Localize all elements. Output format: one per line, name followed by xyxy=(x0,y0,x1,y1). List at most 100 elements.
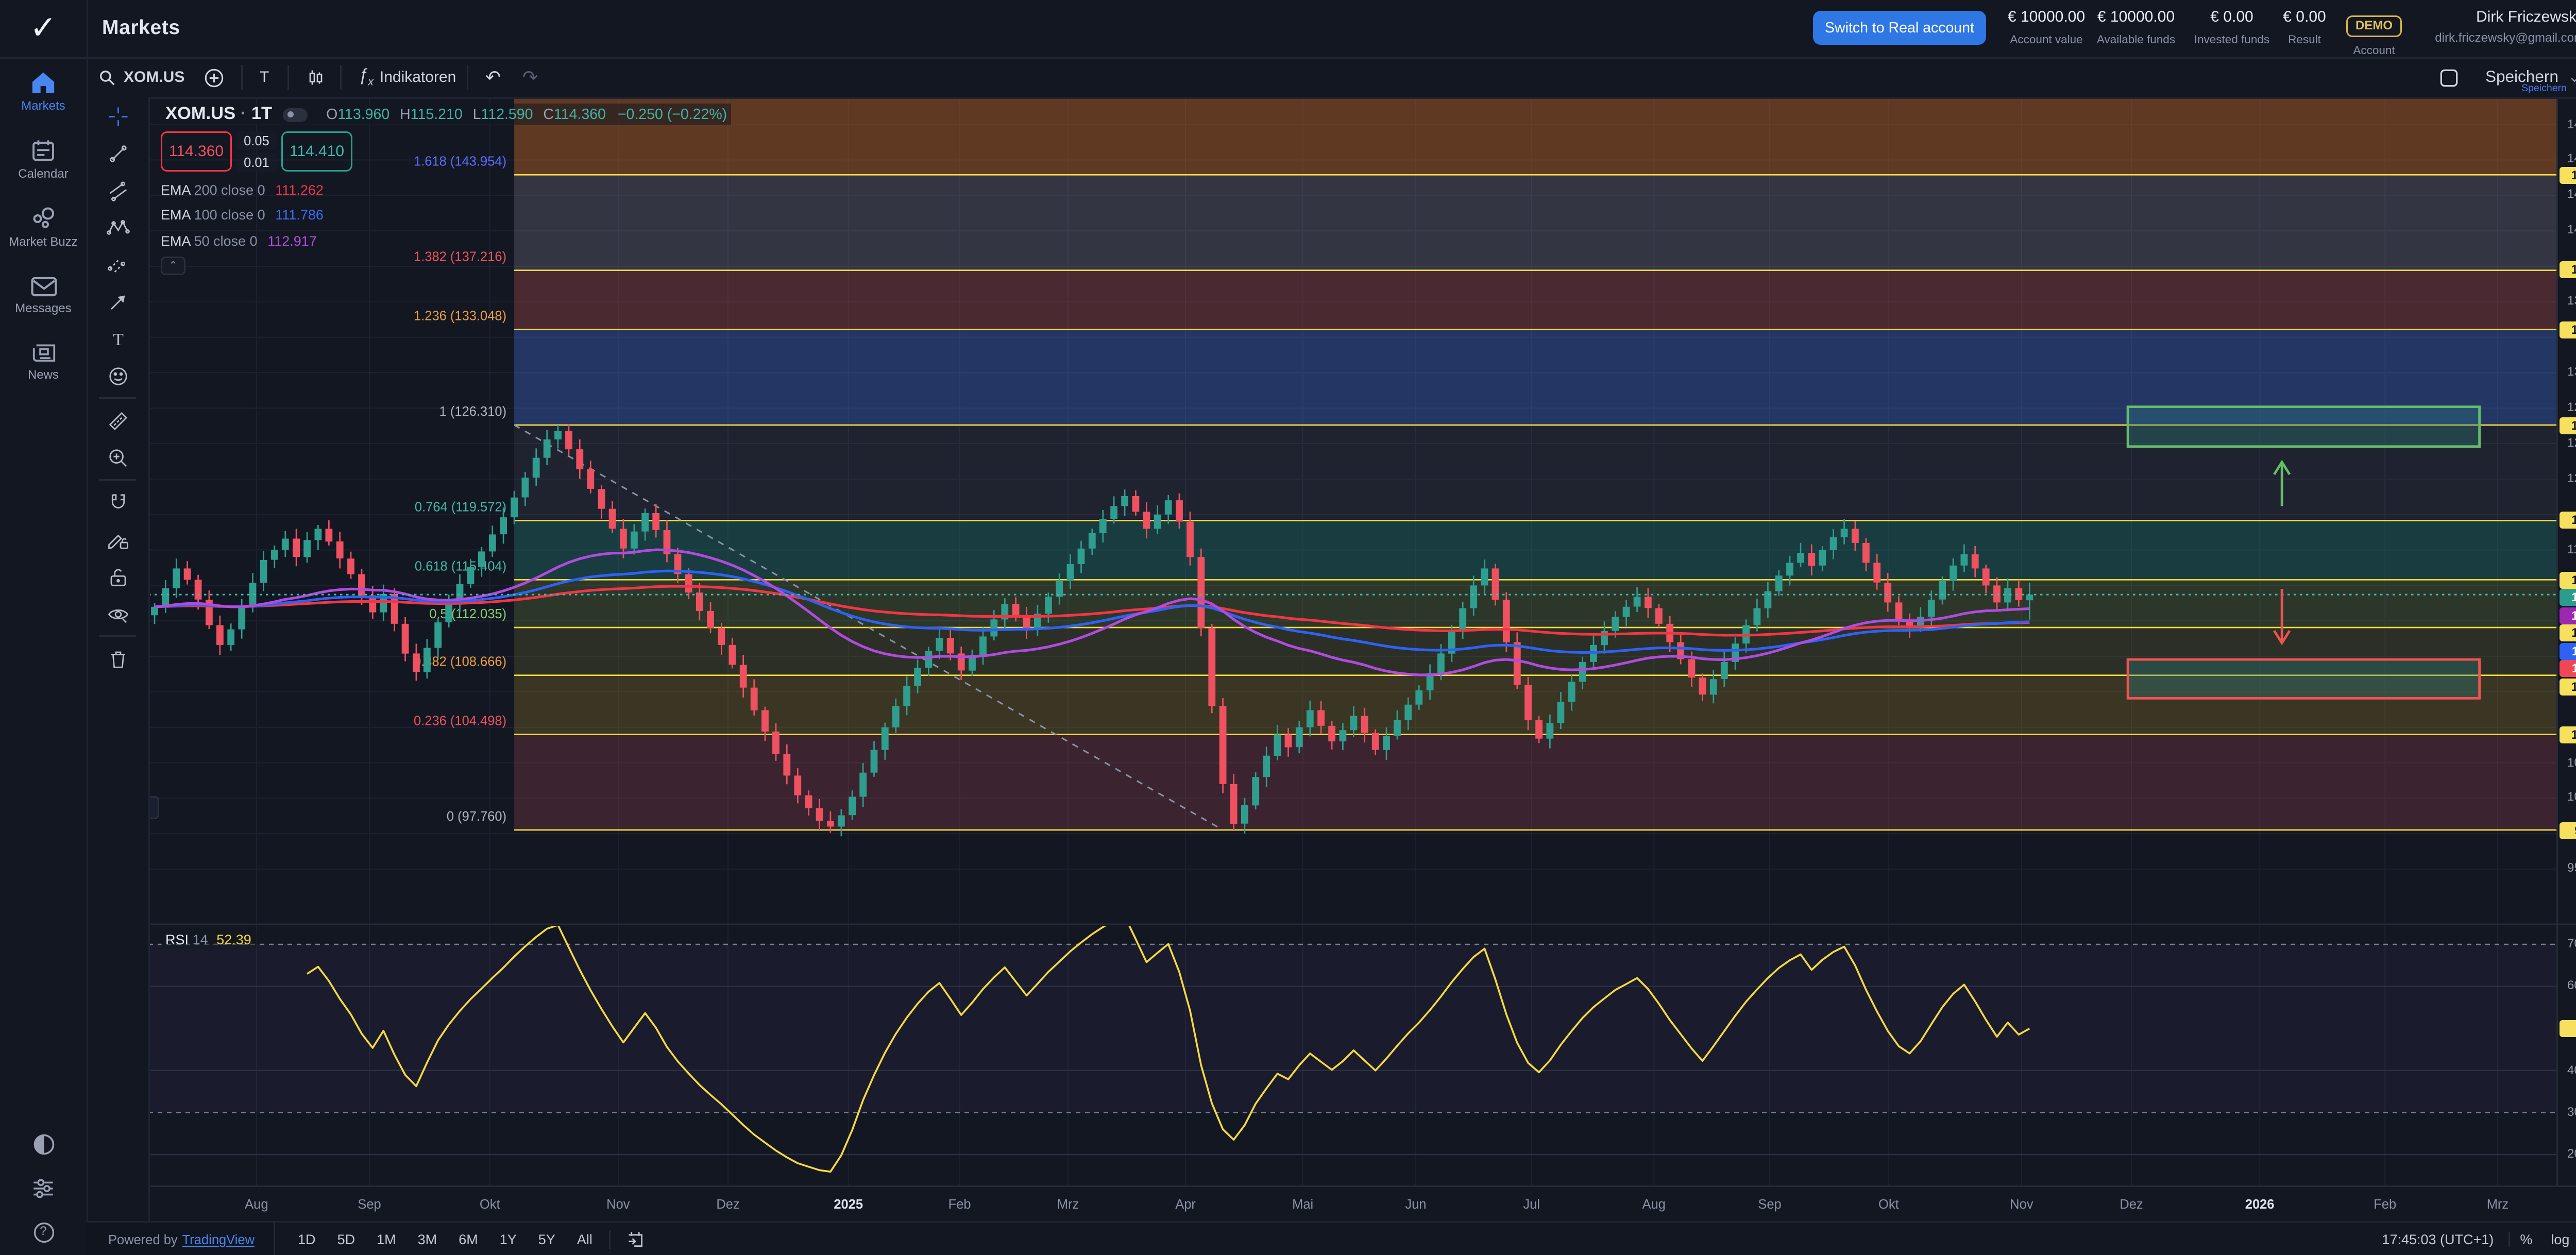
buy-button[interactable]: 114.410 xyxy=(281,131,352,172)
range-1y[interactable]: 1Y xyxy=(489,1232,528,1247)
crosshair-icon xyxy=(106,105,129,128)
price-tick: 102.500 xyxy=(2567,755,2576,769)
chart-area[interactable]: 1.618 (143.954)1.382 (137.216)1.236 (133… xyxy=(148,97,2576,1221)
svg-text:0.618 (115.404): 0.618 (115.404) xyxy=(415,559,506,573)
tool-ruler[interactable] xyxy=(87,402,148,439)
month-label-Feb: Feb xyxy=(2374,1196,2396,1212)
sidebar-item-market-buzz[interactable]: Market Buzz xyxy=(0,194,87,262)
month-label-Aug: Aug xyxy=(245,1196,268,1212)
tradingview-link[interactable]: TradingView xyxy=(182,1232,255,1247)
tool-trend-line[interactable] xyxy=(87,134,148,172)
theme-contrast-button[interactable] xyxy=(0,1122,87,1166)
time-axis[interactable]: AugSepOktNovDez2025FebMrzAprMaiJunJulAug… xyxy=(148,1185,2576,1223)
svg-text:0.764 (119.572): 0.764 (119.572) xyxy=(415,500,506,514)
rsi-tick: 30.00 xyxy=(2567,1105,2576,1118)
tool-hide-drawings[interactable] xyxy=(87,595,148,632)
price-axis[interactable]: 147.500145.000142.500140.000135.000130.0… xyxy=(2556,97,2576,1185)
chart-type-button[interactable] xyxy=(306,57,325,97)
range-6m[interactable]: 6M xyxy=(448,1232,489,1247)
month-label-2025: 2025 xyxy=(834,1196,863,1212)
user-info: Dirk Friczewsky dirk.friczewsky@gmail.co… xyxy=(2435,9,2576,45)
rsi-tick: 20.00 xyxy=(2567,1147,2576,1161)
month-label-Apr: Apr xyxy=(1175,1196,1196,1212)
plus-circle-icon xyxy=(204,67,224,88)
tool-magnet[interactable] xyxy=(87,484,148,521)
account-value: € 10000.00Account value xyxy=(2003,9,2090,46)
percent-scale-toggle[interactable]: % xyxy=(2511,1232,2541,1247)
undo-button[interactable]: ↶ xyxy=(485,57,501,97)
hide-drawings-icon xyxy=(106,602,129,625)
magnet-icon xyxy=(106,491,129,514)
range-1d[interactable]: 1D xyxy=(287,1232,327,1247)
month-label-Aug: Aug xyxy=(1642,1196,1665,1212)
ohlc-values: O113.960 H115.210 L112.590 C114.360 −0.2… xyxy=(326,106,727,123)
tool-remove-drawings[interactable] xyxy=(87,640,148,677)
interval-button[interactable]: T xyxy=(260,57,269,97)
sidebar-item-news[interactable]: News xyxy=(0,327,87,394)
range-3m[interactable]: 3M xyxy=(407,1232,448,1247)
calendar-icon xyxy=(31,140,56,163)
save-sub-label: Speichern xyxy=(2498,83,2576,94)
tool-zoom-in[interactable] xyxy=(87,439,148,476)
tool-text[interactable]: T xyxy=(87,320,148,357)
sidebar-item-markets[interactable]: Markets xyxy=(0,57,87,126)
sell-button[interactable]: 114.360 xyxy=(161,131,232,172)
clock[interactable]: 17:45:03 (UTC+1) xyxy=(2382,1232,2511,1247)
candlestick-icon xyxy=(306,67,325,88)
tool-emoji[interactable] xyxy=(87,357,148,394)
tool-arrow-marker[interactable] xyxy=(87,283,148,320)
month-label-Sep: Sep xyxy=(358,1196,381,1212)
rsi-legend[interactable]: RSI 14 52.39 xyxy=(161,930,256,949)
price-badge-119.572: 119.572 xyxy=(2560,512,2576,529)
range-1m[interactable]: 1M xyxy=(366,1232,407,1247)
price-tick: 135.000 xyxy=(2567,294,2576,308)
log-scale-toggle[interactable]: log xyxy=(2541,1232,2576,1247)
price-badge-126.310: 126.310 xyxy=(2560,417,2576,434)
price-tick: 145.000 xyxy=(2567,152,2576,166)
ema-200-row[interactable]: EMA 200 close 0 111.262 xyxy=(161,182,732,197)
svg-text:1 (126.310): 1 (126.310) xyxy=(439,404,506,419)
layout-button[interactable] xyxy=(2439,57,2459,97)
svg-text:0 (97.760): 0 (97.760) xyxy=(447,809,506,824)
month-label-Feb: Feb xyxy=(948,1196,971,1212)
tool-crosshair[interactable] xyxy=(87,97,148,134)
tool-xabcd-pattern[interactable] xyxy=(87,209,148,246)
ema-50-row[interactable]: EMA 50 close 0 112.917 xyxy=(161,233,732,248)
legend-collapse-button[interactable]: ⌃ xyxy=(161,256,185,275)
emoji-icon xyxy=(106,364,129,387)
trading-app: ✓ Markets Switch to Real account € 10000… xyxy=(0,0,2576,1255)
symbol-search-button[interactable]: XOM.US xyxy=(99,57,184,97)
sliders-icon xyxy=(31,1177,56,1199)
help-button[interactable]: ? xyxy=(0,1210,87,1249)
legend-symbol[interactable]: XOM.US · 1T xyxy=(165,105,272,124)
go-to-date-button[interactable] xyxy=(609,1230,645,1249)
price-badge-114.360: 114.360 xyxy=(2560,589,2576,606)
month-label-2026: 2026 xyxy=(2245,1196,2275,1212)
redo-button[interactable]: ↷ xyxy=(522,57,538,97)
app-logo-check-icon[interactable]: ✓ xyxy=(0,0,88,57)
result: € 0.00Result xyxy=(2272,9,2337,46)
powered-by: Powered by TradingView xyxy=(87,1223,275,1255)
range-5y[interactable]: 5Y xyxy=(528,1232,566,1247)
price-tick: 140.000 xyxy=(2567,223,2576,237)
sidebar-item-messages[interactable]: Messages xyxy=(0,262,87,328)
indicators-button[interactable]: ƒx Indikatoren xyxy=(359,57,456,97)
display-settings-button[interactable] xyxy=(0,1166,87,1210)
ema-100-row[interactable]: EMA 100 close 0 111.786 xyxy=(161,207,732,223)
compare-add-button[interactable] xyxy=(204,57,224,97)
svg-text:T: T xyxy=(112,329,123,348)
month-label-Mrz: Mrz xyxy=(1057,1196,1079,1212)
symbol-visibility-toggle[interactable] xyxy=(283,108,308,122)
range-5d[interactable]: 5D xyxy=(327,1232,366,1247)
tool-drawing-lock[interactable] xyxy=(87,521,148,558)
tool-projection[interactable] xyxy=(87,246,148,283)
invested-funds: € 0.00Invested funds xyxy=(2189,9,2275,46)
tool-lock-all[interactable] xyxy=(87,558,148,595)
range-all[interactable]: All xyxy=(566,1232,603,1247)
sidebar-item-calendar[interactable]: Calendar xyxy=(0,126,87,194)
bottom-bar: Powered by TradingView 1D5D1M3M6M1Y5YAll… xyxy=(87,1221,2576,1255)
price-tick: 130.000 xyxy=(2567,365,2576,379)
ruler-icon xyxy=(106,409,129,432)
tool-parallel-lines[interactable] xyxy=(87,172,148,209)
switch-to-real-account-button[interactable]: Switch to Real account xyxy=(1813,11,1986,45)
